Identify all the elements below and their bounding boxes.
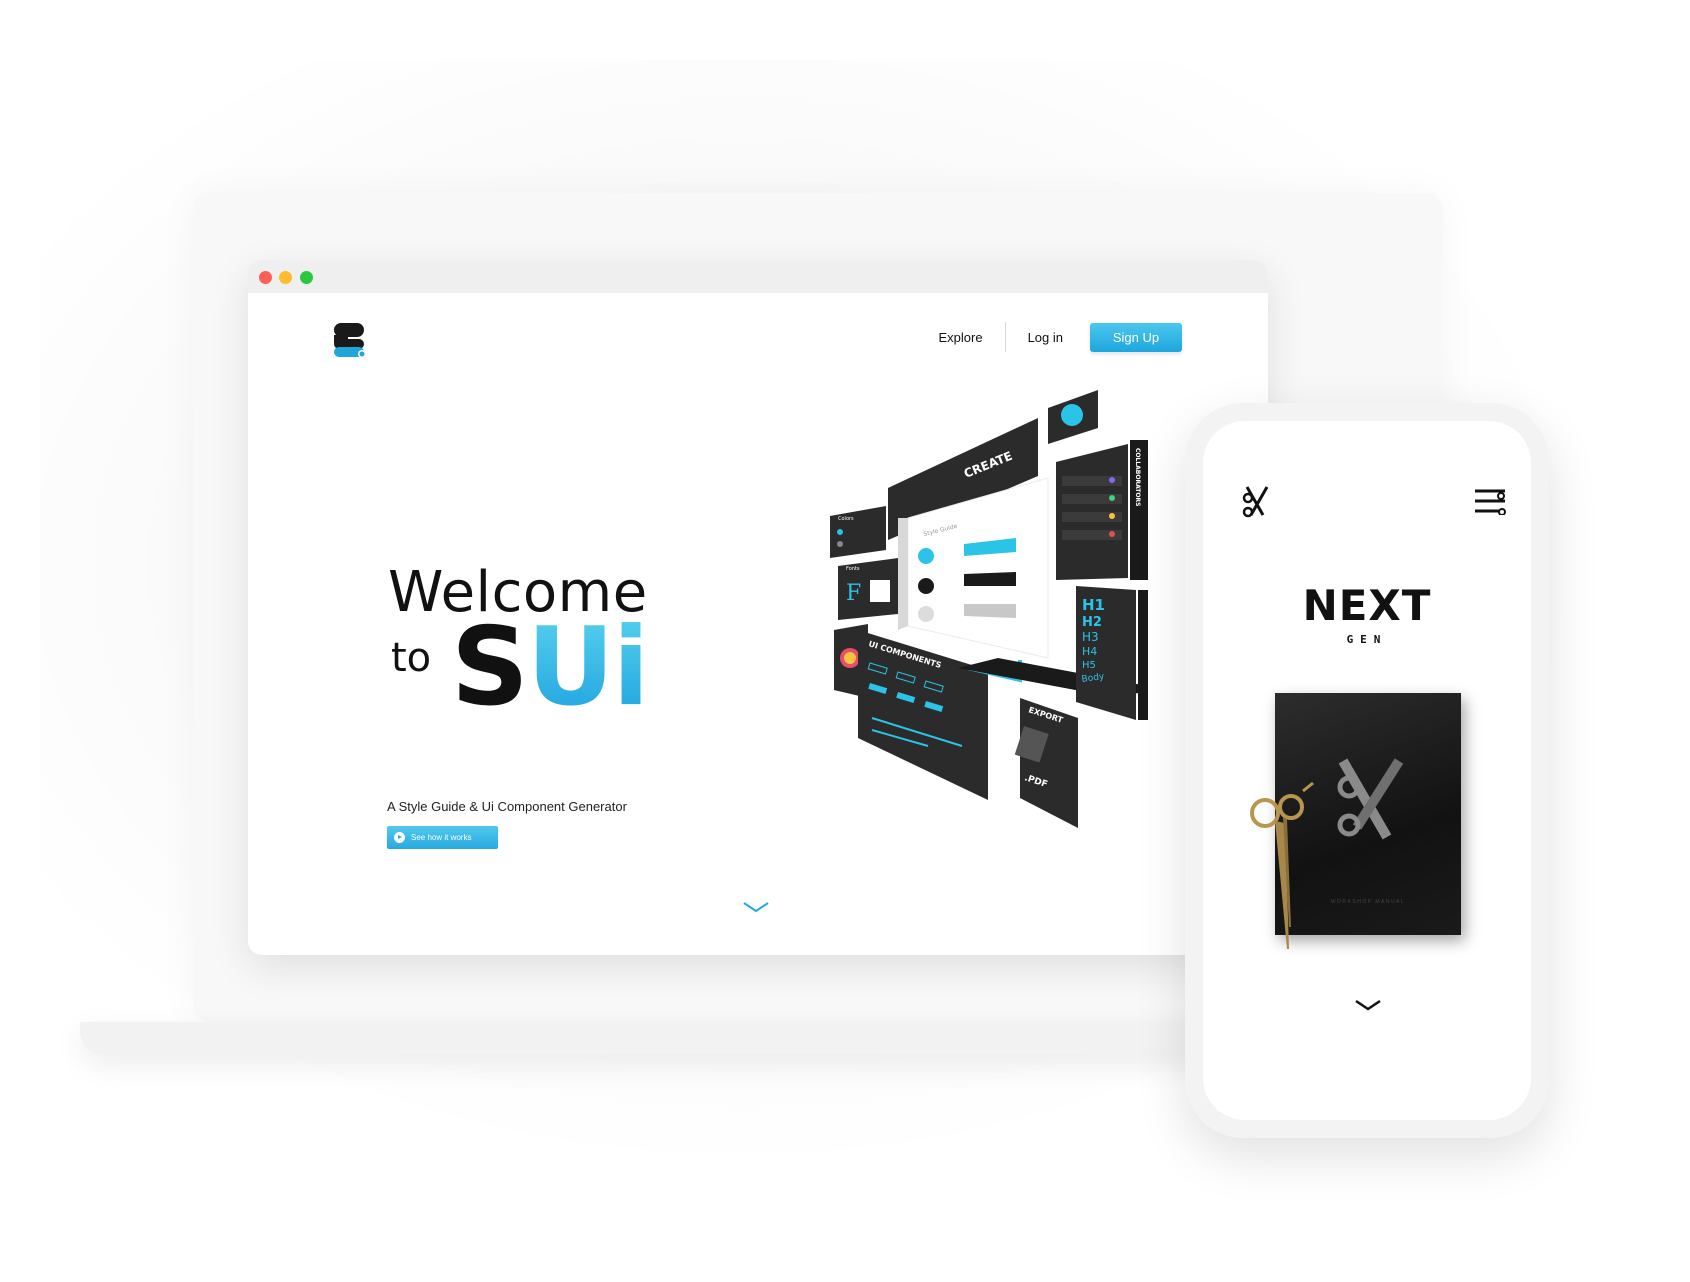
heading-h2: H2: [1082, 615, 1102, 630]
colors-label: Colors: [838, 516, 854, 522]
brand-s-letter: S: [451, 605, 529, 730]
browser-window: Explore Log in Sign Up Welcome to SUi A …: [248, 260, 1268, 955]
see-how-it-works-label: See how it works: [411, 833, 472, 842]
phone-scroll-down-chevron-icon[interactable]: [1355, 998, 1381, 1012]
nav-login-link[interactable]: Log in: [1006, 330, 1085, 345]
collaborators-label: COLLABORATORS: [1134, 448, 1141, 506]
shears-image: [1250, 781, 1314, 949]
nextgen-logo-subtitle: GEN: [1346, 633, 1388, 646]
fonts-label: Fonts: [846, 566, 860, 572]
svg-text:F: F: [846, 581, 861, 606]
maximize-window-button[interactable]: [300, 271, 313, 284]
signup-button[interactable]: Sign Up: [1090, 322, 1182, 352]
swatch-black: [918, 578, 934, 594]
hero-tagline: A Style Guide & Ui Component Generator: [387, 799, 627, 814]
minimize-window-button[interactable]: [279, 271, 292, 284]
nextgen-logo-title: NEXT: [1302, 581, 1432, 630]
sui-logo-icon[interactable]: [332, 321, 368, 359]
hero-illustration: CREATE Style Guide Colors Fonts F UI COM…: [830, 390, 1148, 828]
hero-to-text: to: [391, 635, 432, 681]
scroll-down-chevron-icon[interactable]: [743, 901, 769, 913]
close-window-button[interactable]: [259, 271, 272, 284]
scissors-emblem-icon: [1337, 758, 1404, 840]
heading-h4: H4: [1082, 645, 1097, 658]
scissors-logo-icon[interactable]: [1241, 484, 1271, 518]
swatch-grey: [918, 606, 934, 622]
avatar-icon: [1061, 404, 1083, 426]
play-icon: [394, 832, 405, 843]
hero-brand-wordmark: SUi: [451, 605, 650, 730]
swatch-cyan: [918, 548, 934, 564]
phone-screen: NEXT GEN WORKSHOP MANUAL: [1203, 421, 1531, 1120]
phone-device: NEXT GEN WORKSHOP MANUAL: [1185, 403, 1549, 1138]
browser-titlebar: [248, 260, 1268, 293]
hamburger-menu-icon[interactable]: [1473, 487, 1507, 515]
top-nav: Explore Log in Sign Up: [917, 322, 1182, 352]
heading-h3: H3: [1082, 630, 1099, 644]
see-how-it-works-button[interactable]: See how it works: [387, 826, 498, 849]
heading-h1: H1: [1082, 596, 1105, 614]
brand-ui-letters: Ui: [526, 605, 650, 730]
nav-explore-link[interactable]: Explore: [917, 330, 1005, 345]
heading-h5: H5: [1082, 660, 1096, 671]
